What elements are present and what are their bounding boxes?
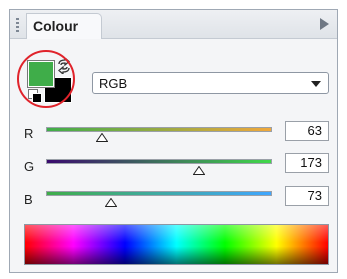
drag-grip-icon[interactable] (16, 18, 19, 32)
tab-colour[interactable]: Colour (26, 13, 102, 39)
b-slider-track[interactable] (46, 191, 272, 196)
g-label: G (24, 159, 35, 174)
r-slider-thumb[interactable] (95, 133, 108, 142)
r-value-input[interactable]: 63 (285, 121, 329, 141)
b-slider-thumb[interactable] (104, 198, 117, 207)
highlight-circle-annotation (17, 50, 75, 108)
color-model-dropdown[interactable]: RGB (92, 72, 329, 94)
g-slider-track[interactable] (46, 159, 272, 164)
panel-title: Colour (33, 18, 79, 34)
r-label: R (24, 126, 34, 141)
b-value-input[interactable]: 73 (285, 186, 329, 206)
chevron-down-icon[interactable] (311, 81, 321, 87)
panel-header: Colour (10, 10, 337, 39)
g-slider-thumb[interactable] (193, 166, 206, 175)
r-slider-track[interactable] (46, 127, 272, 132)
b-label: B (24, 192, 33, 207)
g-value-input[interactable]: 173 (285, 153, 329, 173)
color-model-selected: RGB (99, 76, 128, 91)
collapse-arrow-icon[interactable] (320, 18, 329, 30)
color-spectrum-picker[interactable] (24, 224, 329, 265)
